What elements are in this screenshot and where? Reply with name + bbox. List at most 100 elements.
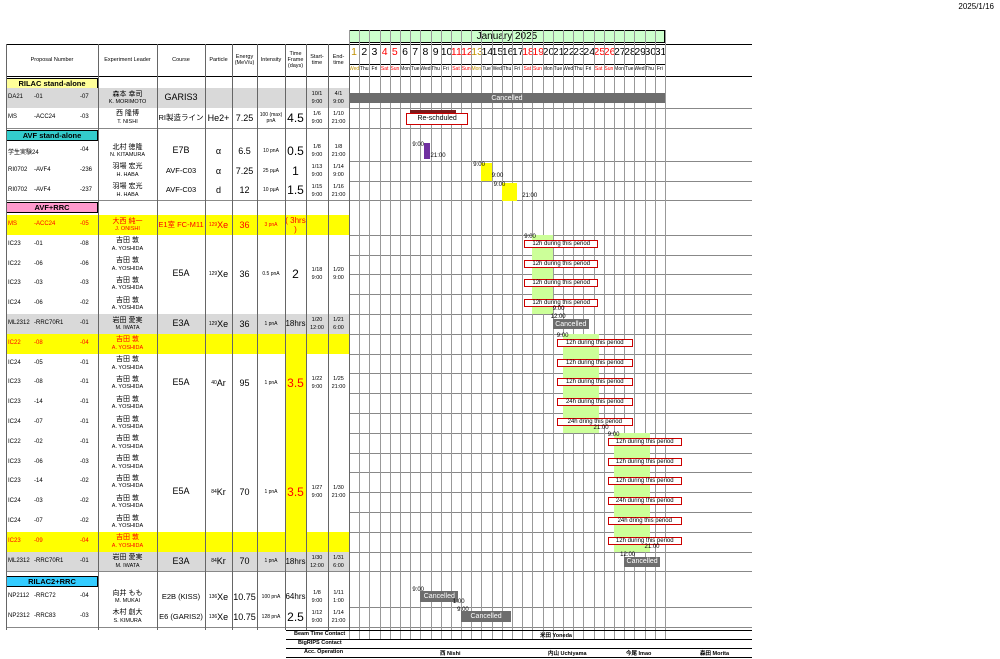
start-date: 1/20: [311, 316, 323, 323]
timeframe-cell: 2.5: [287, 609, 304, 624]
leader-name-en: M. IWATA: [115, 325, 140, 331]
end-date: 1/14: [333, 163, 344, 170]
leader-name-jp: 吉田 敦: [116, 237, 139, 245]
intensity-cell: 0.5 pnA: [262, 271, 280, 278]
leader-name-en: A. YOSHIDA: [111, 364, 144, 371]
column-rule: [349, 44, 350, 630]
leader-name-jp: 木村 創大: [112, 609, 143, 617]
cancelled-bar: Cancelled: [552, 319, 589, 329]
footer-rule: [286, 648, 752, 649]
proposal-serial: -04: [80, 147, 89, 153]
day-number: 19: [532, 46, 545, 58]
start-time: 9:00: [311, 597, 323, 604]
proposal-serial: -01: [80, 399, 89, 406]
end-date: 1/8: [334, 143, 343, 150]
proposal-prefix: IC22: [8, 339, 21, 346]
acc-operation-label: Acc. Operation: [304, 649, 344, 655]
day-grid-line: [399, 30, 401, 640]
acc-operator: 森田 Morita: [700, 651, 730, 657]
day-grid-line: [471, 30, 473, 640]
day-weekday: Wed: [634, 66, 645, 72]
day-grid-line: [522, 30, 524, 640]
energy-cell: 36: [239, 318, 250, 329]
proposal-prefix: ML2312: [8, 320, 30, 326]
proposal-program: -09: [34, 537, 43, 544]
leader-name-en: S. KIMURA: [113, 617, 142, 624]
day-weekday: Sat: [380, 66, 389, 72]
start-time: 9:00: [311, 118, 323, 125]
proposal-prefix: IC24: [8, 498, 21, 505]
end-time: 6:00: [333, 324, 344, 331]
day-weekday: Wed: [349, 66, 360, 72]
time-label: 21:00: [430, 153, 446, 159]
course-cell: E2B (KISS): [161, 591, 201, 601]
acc-operator: 西 Nishi: [440, 651, 461, 657]
end-time: 9:00: [333, 275, 344, 282]
start-time: 9:00: [311, 493, 323, 500]
footer-rule: [286, 639, 752, 640]
leader-name-en: A. YOSHIDA: [111, 245, 144, 252]
beam-bar: [613, 432, 650, 552]
period-note: 24h during this period: [556, 398, 633, 407]
day-weekday: Fri: [585, 66, 592, 72]
time-label: 21:00: [593, 425, 609, 431]
end-time: 21:00: [331, 118, 346, 125]
proposal-program: -07: [34, 518, 43, 524]
day-grid-line: [359, 30, 361, 640]
period-note: 12h during this period: [556, 358, 633, 367]
proposal-prefix: IC23: [8, 240, 21, 247]
leader-name-en: M. IWATA: [115, 562, 140, 569]
date-stamp: 2025/1/16: [958, 2, 994, 11]
course-cell: E5A: [172, 486, 190, 497]
proposal-prefix: MS: [8, 221, 17, 227]
intensity-cell: 1 pnA: [264, 558, 278, 565]
course-cell: AVF-C03: [165, 185, 197, 195]
end-time: 21:00: [331, 151, 346, 158]
proposal-prefix: 学生実験24: [8, 150, 39, 156]
timeframe-cell: 2: [292, 267, 299, 282]
proposal-program: -03: [34, 498, 43, 505]
end-date: 1/10: [333, 110, 344, 117]
day-grid-line: [512, 30, 514, 640]
end-date: 1/16: [333, 183, 344, 190]
start-time: 9:00: [311, 98, 323, 105]
proposal-program: -01: [34, 94, 43, 100]
header-intensity: Intensity: [260, 56, 282, 63]
energy-cell: 12: [239, 185, 250, 196]
proposal-prefix: IC24: [8, 419, 21, 425]
day-number: 29: [634, 46, 646, 58]
day-weekday: Tue: [553, 66, 563, 72]
start-date: 1/18: [311, 267, 323, 274]
cancelled-bar: Cancelled: [624, 556, 661, 567]
proposal-prefix: IC23: [8, 537, 21, 544]
particle-cell: α: [215, 165, 222, 176]
day-number: 10: [440, 46, 453, 58]
leader-name-en: A. YOSHIDA: [111, 285, 144, 292]
end-date: 1/25: [333, 376, 344, 383]
energy-cell: 7.25: [235, 112, 254, 123]
timeframe-cell: ( 3hrs ): [285, 215, 306, 235]
intensity-cell: 10 pμA: [263, 187, 279, 194]
day-weekday: Sat: [594, 66, 603, 72]
proposal-prefix: IC23: [8, 478, 21, 485]
day-number: 5: [391, 46, 398, 58]
course-cell: E6 (GARIS2): [159, 611, 203, 621]
leader-name-en: N. KITAMURA: [109, 152, 146, 158]
time-label: 21:00: [644, 543, 660, 550]
day-weekday: Thu: [645, 66, 654, 72]
leader-name-jp: 吉田 敦: [116, 415, 139, 423]
header-course: Course: [172, 56, 190, 63]
leader-name-jp: 吉田 敦: [116, 336, 139, 344]
start-time: 9:00: [311, 171, 323, 178]
day-number: 13: [471, 46, 483, 58]
leader-name-jp: 吉田 敦: [116, 534, 139, 542]
proposal-serial: -03: [80, 612, 89, 619]
leader-name-jp: 吉田 敦: [116, 474, 139, 482]
period-note: 12h during this period: [524, 239, 599, 248]
leader-name-jp: 岩田 愛実: [112, 554, 143, 562]
proposal-program: -14: [34, 478, 43, 485]
proposal-prefix: RI0702: [8, 166, 28, 173]
end-time: 9:00: [333, 171, 344, 178]
proposal-program: -AVF4: [34, 166, 51, 173]
day-weekday: Sun: [604, 66, 614, 72]
